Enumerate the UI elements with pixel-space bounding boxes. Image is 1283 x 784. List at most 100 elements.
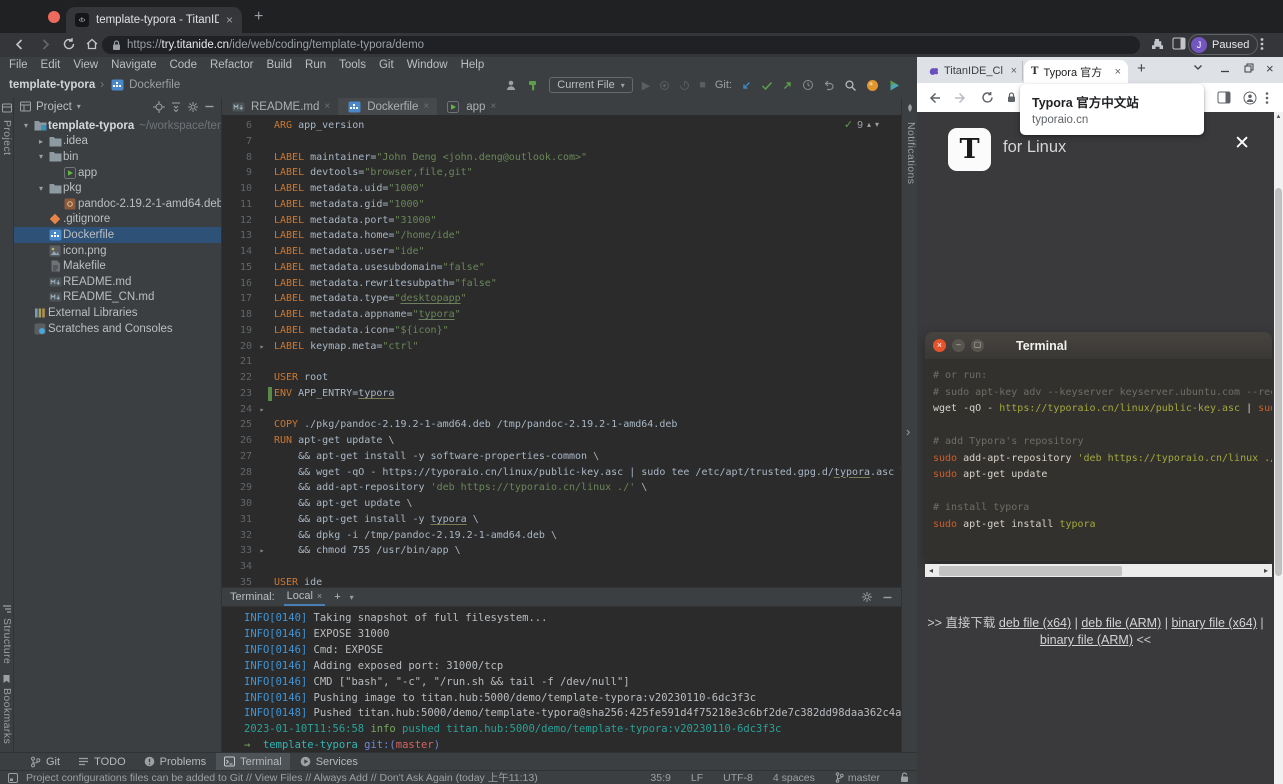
tree-item-readme-md[interactable]: README.md <box>14 274 221 290</box>
menu-tools[interactable]: Tools <box>339 59 366 71</box>
breadcrumb-file[interactable]: Dockerfile <box>109 79 180 91</box>
structure-tool-icon[interactable] <box>2 604 12 614</box>
project-settings-icon[interactable] <box>187 101 199 113</box>
tool-tab-services[interactable]: Services <box>292 753 366 770</box>
download-link-binary-file-x64[interactable]: binary file (x64) <box>1171 616 1256 630</box>
ubuntu-close-button[interactable]: × <box>933 339 946 352</box>
run-icon[interactable]: ▶ <box>642 79 650 92</box>
fold-marker-icon[interactable]: ▸ <box>256 543 268 559</box>
inspection-widget[interactable]: ✓ 9 ▴ ▾ <box>844 118 879 132</box>
tree-item-template-typora[interactable]: ▾ template-typora ~/workspace/templa <box>14 118 221 134</box>
terminal-hscrollbar[interactable]: ◂ ▸ <box>925 564 1272 577</box>
mini-forward-icon[interactable] <box>954 91 968 105</box>
history-icon[interactable] <box>802 79 814 91</box>
macos-close-button[interactable] <box>48 11 60 23</box>
assistant-icon[interactable] <box>905 103 915 113</box>
download-link-binary-file-arm[interactable]: binary file (ARM) <box>1040 633 1133 647</box>
tree-item-makefile[interactable]: Makefile <box>14 258 221 274</box>
left-strip-project-label[interactable]: Project <box>1 120 13 155</box>
browser-tab[interactable]: ‹t› template-typora - TitanIDE × <box>66 7 242 33</box>
new-terminal-icon[interactable]: + <box>334 591 340 603</box>
extensions-icon[interactable] <box>1150 37 1164 51</box>
editor-tab-app[interactable]: app × <box>437 98 504 115</box>
download-link-deb-file-arm[interactable]: deb file (ARM) <box>1081 616 1161 630</box>
menu-view[interactable]: View <box>73 59 98 71</box>
project-tool-icon[interactable] <box>2 103 12 113</box>
terminal-options-icon[interactable]: ▾ <box>350 593 354 602</box>
collapse-all-icon[interactable] <box>170 101 182 113</box>
scroll-up-icon[interactable]: ▲ <box>1274 112 1283 122</box>
menu-code[interactable]: Code <box>169 59 197 71</box>
git-update-icon[interactable] <box>741 80 752 91</box>
tree-item-pkg[interactable]: ▾ pkg <box>14 180 221 196</box>
tool-tab-git[interactable]: Git <box>22 753 68 770</box>
fold-marker-icon[interactable]: ▸ <box>256 339 268 355</box>
tree-item-pandoc-2-19-2-1-amd64-deb[interactable]: pandoc-2.19.2-1-amd64.deb <box>14 196 221 212</box>
tree-item-external-libraries[interactable]: External Libraries <box>14 305 221 321</box>
tree-item-bin[interactable]: ▾ bin <box>14 149 221 165</box>
tool-tab-terminal[interactable]: Terminal <box>216 753 290 770</box>
mini-side-panel-icon[interactable] <box>1217 91 1231 104</box>
side-panel-icon[interactable] <box>1172 37 1186 50</box>
file-encoding[interactable]: UTF-8 <box>723 772 753 784</box>
indent-style[interactable]: 4 spaces <box>773 772 815 784</box>
page-close-icon[interactable]: ✕ <box>1234 132 1250 155</box>
mini-back-icon[interactable] <box>927 91 941 105</box>
build-hammer-icon[interactable] <box>527 79 540 92</box>
tree-item-icon-png[interactable]: icon.png <box>14 243 221 259</box>
mini-tab-close-icon[interactable]: × <box>1115 66 1121 78</box>
mini-profile-icon[interactable] <box>1243 91 1257 105</box>
mini-restore-icon[interactable] <box>1244 63 1254 73</box>
tree-item-dockerfile[interactable]: Dockerfile <box>14 227 221 243</box>
project-panel-title[interactable]: Project <box>36 101 72 113</box>
ubuntu-minimize-button[interactable]: – <box>952 339 965 352</box>
editor-tab-dockerfile[interactable]: Dockerfile × <box>338 98 438 115</box>
expand-arrow-icon[interactable]: ▸ <box>35 137 47 146</box>
back-icon[interactable] <box>12 37 27 52</box>
next-problem-icon[interactable]: ▾ <box>875 120 879 129</box>
tree-item-scratches-and-consoles[interactable]: Scratches and Consoles <box>14 321 221 337</box>
expand-panel-chevron-icon[interactable]: › <box>906 424 910 439</box>
scroll-thumb[interactable] <box>1275 188 1282 576</box>
address-bar[interactable]: https://try.titanide.cn/ide/web/coding/t… <box>102 36 1140 54</box>
profile-paused-pill[interactable]: J Paused <box>1188 34 1259 55</box>
home-icon[interactable] <box>85 37 99 51</box>
ubuntu-terminal-titlebar[interactable]: × – ▢ Terminal <box>925 332 1272 359</box>
run-config-select[interactable]: Current File ▾ <box>549 77 633 93</box>
mini-tab-typora[interactable]: T Typora 官方 × <box>1024 60 1128 83</box>
hscroll-right-icon[interactable]: ▸ <box>1260 566 1272 575</box>
breadcrumb-project[interactable]: template-typora <box>9 79 95 91</box>
terminal-output[interactable]: INFO[0140] Taking snapshot of full files… <box>222 607 901 752</box>
minimize-panel-icon[interactable] <box>882 592 893 603</box>
coverage-icon[interactable] <box>679 80 690 91</box>
editor-tab-close-icon[interactable]: × <box>490 101 496 112</box>
mini-tab-titanide[interactable]: TitanIDE_Cl × <box>924 61 1023 81</box>
run-anything-icon[interactable] <box>888 79 901 92</box>
tree-item-gitignore[interactable]: .gitignore <box>14 212 221 228</box>
right-strip-notifications-label[interactable]: Notifications <box>905 122 917 184</box>
user-icon[interactable] <box>505 79 518 92</box>
tree-item-idea[interactable]: ▸ .idea <box>14 134 221 150</box>
ubuntu-maximize-button[interactable]: ▢ <box>971 339 984 352</box>
hscroll-left-icon[interactable]: ◂ <box>925 566 937 575</box>
line-separator[interactable]: LF <box>691 772 703 784</box>
locate-file-icon[interactable] <box>153 100 165 113</box>
menu-git[interactable]: Git <box>379 59 394 71</box>
left-strip-bookmarks-label[interactable]: Bookmarks <box>1 688 13 744</box>
mini-new-tab-icon[interactable]: + <box>1137 60 1146 77</box>
terminal-settings-icon[interactable] <box>861 591 873 603</box>
hscroll-track[interactable] <box>937 564 1260 577</box>
ubuntu-terminal-output[interactable]: # or run: # sudo apt-key adv --keyserver … <box>925 359 1272 561</box>
forward-icon[interactable] <box>38 37 53 52</box>
new-tab-button[interactable]: + <box>254 8 263 26</box>
git-branch[interactable]: master <box>835 772 880 784</box>
editor-tab-close-icon[interactable]: × <box>324 101 330 112</box>
tree-item-app[interactable]: app <box>14 165 221 181</box>
learn-ide-icon[interactable] <box>866 79 879 92</box>
collapse-arrow-icon[interactable]: ▾ <box>35 184 47 193</box>
menu-edit[interactable]: Edit <box>41 59 61 71</box>
menu-window[interactable]: Window <box>407 59 448 71</box>
status-message[interactable]: Project configurations files can be adde… <box>26 770 538 784</box>
git-commit-icon[interactable] <box>761 80 773 91</box>
stop-icon[interactable]: ■ <box>699 79 706 91</box>
